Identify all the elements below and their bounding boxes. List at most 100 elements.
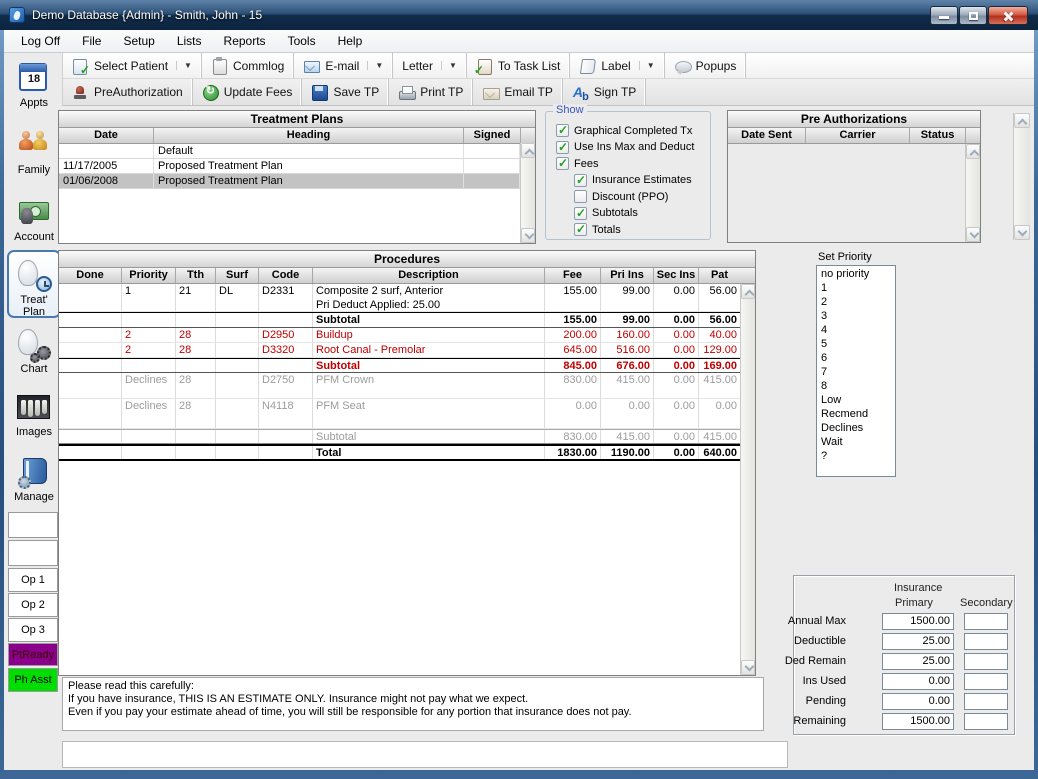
op-button-ph-asst[interactable]: Ph Asst <box>8 668 58 692</box>
procedure-row[interactable]: Subtotal155.0099.000.0056.00 <box>59 312 740 328</box>
checkbox-checked-icon[interactable] <box>574 174 587 187</box>
treatment-plans-scrollbar[interactable] <box>520 143 535 243</box>
toolbar-button-letter[interactable]: Letter▼ <box>393 53 467 78</box>
toolbar-button-popups[interactable]: Popups <box>665 53 747 78</box>
toolbar-button-email-tp[interactable]: Email TP <box>473 79 562 105</box>
toolbar-button-commlog[interactable]: Commlog <box>202 53 294 78</box>
insurance-primary-field[interactable]: 0.00 <box>882 693 954 710</box>
scroll-down-icon[interactable] <box>521 228 535 243</box>
bottom-note-field[interactable] <box>62 741 788 768</box>
insurance-primary-field[interactable]: 1500.00 <box>882 713 954 730</box>
priority-option-8[interactable]: 8 <box>817 379 895 393</box>
sidebar-module-treat-plan[interactable]: Treat' Plan <box>7 250 61 318</box>
scroll-down-icon[interactable] <box>966 227 980 242</box>
scroll-up-icon[interactable] <box>1014 113 1030 128</box>
dropdown-arrow-icon[interactable]: ▼ <box>441 61 457 70</box>
sidebar-module-manage[interactable]: Manage <box>7 452 61 516</box>
scroll-down-icon[interactable] <box>1014 225 1030 240</box>
show-option-graphical-completed-tx[interactable]: Graphical Completed Tx <box>556 124 692 137</box>
dropdown-arrow-icon[interactable]: ▼ <box>176 61 192 70</box>
menu-item-lists[interactable]: Lists <box>166 31 213 51</box>
priority-option-no-priority[interactable]: no priority <box>817 267 895 281</box>
minimize-button[interactable] <box>930 6 958 25</box>
menu-item-reports[interactable]: Reports <box>213 31 277 51</box>
insurance-primary-field[interactable]: 1500.00 <box>882 613 954 630</box>
checkbox-checked-icon[interactable] <box>556 141 569 154</box>
preauth-scrollbar[interactable] <box>965 144 980 242</box>
procedure-row[interactable]: 228D2950Buildup200.00160.000.0040.00 <box>59 328 740 343</box>
priority-option-5[interactable]: 5 <box>817 337 895 351</box>
op-button-blank[interactable] <box>8 512 58 538</box>
sidebar-module-images[interactable]: Images <box>7 387 61 451</box>
op-button-op-1[interactable]: Op 1 <box>8 568 58 592</box>
procedure-row[interactable]: Subtotal845.00676.000.00169.00 <box>59 358 740 373</box>
checkbox-checked-icon[interactable] <box>574 223 587 236</box>
procedure-row[interactable]: Declines28D2750PFM Crown830.00415.000.00… <box>59 373 740 399</box>
insurance-secondary-field[interactable] <box>964 633 1008 650</box>
op-button-op-2[interactable]: Op 2 <box>8 593 58 617</box>
priority-option-[interactable]: ? <box>817 449 895 463</box>
close-button[interactable] <box>988 6 1028 25</box>
priority-option-low[interactable]: Low <box>817 393 895 407</box>
priority-option-recmend[interactable]: Recmend <box>817 407 895 421</box>
checkbox-checked-icon[interactable] <box>556 157 569 170</box>
toolbar-button-label[interactable]: Label▼ <box>570 53 664 78</box>
scroll-up-icon[interactable] <box>966 144 980 159</box>
insurance-secondary-field[interactable] <box>964 653 1008 670</box>
dropdown-arrow-icon[interactable]: ▼ <box>367 61 383 70</box>
insurance-secondary-field[interactable] <box>964 613 1008 630</box>
toolbar-button-select-patient[interactable]: Select Patient▼ <box>63 53 202 78</box>
procedure-row[interactable]: 228D3320Root Canal - Premolar645.00516.0… <box>59 343 740 358</box>
treatment-plan-row[interactable]: 11/17/2005Proposed Treatment Plan <box>59 159 520 174</box>
insurance-primary-field[interactable]: 25.00 <box>882 653 954 670</box>
toolbar-button-update-fees[interactable]: Update Fees <box>193 79 303 105</box>
scroll-up-icon[interactable] <box>741 284 755 299</box>
priority-option-6[interactable]: 6 <box>817 351 895 365</box>
estimate-note[interactable]: Please read this carefully:If you have i… <box>62 677 764 731</box>
priority-option-declines[interactable]: Declines <box>817 421 895 435</box>
op-button-op-3[interactable]: Op 3 <box>8 618 58 642</box>
toolbar-button-preauthorization[interactable]: PreAuthorization <box>63 79 193 105</box>
priority-option-wait[interactable]: Wait <box>817 435 895 449</box>
treatment-plan-row[interactable]: 01/06/2008Proposed Treatment Plan <box>59 174 520 189</box>
insurance-primary-field[interactable]: 0.00 <box>882 673 954 690</box>
insurance-secondary-field[interactable] <box>964 693 1008 710</box>
toolbar-button-print-tp[interactable]: Print TP <box>389 79 473 105</box>
insurance-primary-field[interactable]: 25.00 <box>882 633 954 650</box>
priority-option-3[interactable]: 3 <box>817 309 895 323</box>
procedures-scrollbar[interactable] <box>740 284 755 675</box>
sidebar-module-family[interactable]: Family <box>7 125 61 189</box>
sidebar-module-account[interactable]: Account <box>7 192 61 256</box>
show-option-insurance-estimates[interactable]: Insurance Estimates <box>574 174 692 187</box>
menu-item-log-off[interactable]: Log Off <box>10 31 71 51</box>
procedure-row[interactable]: 121DLD2331Composite 2 surf, AnteriorPri … <box>59 284 740 312</box>
toolbar-button-to-task-list[interactable]: To Task List <box>467 53 570 78</box>
priority-option-1[interactable]: 1 <box>817 281 895 295</box>
checkbox-checked-icon[interactable] <box>574 207 587 220</box>
procedure-row[interactable]: Declines28N4118PFM Seat0.000.000.000.00 <box>59 399 740 429</box>
priority-option-2[interactable]: 2 <box>817 295 895 309</box>
scroll-down-icon[interactable] <box>741 660 755 675</box>
insurance-secondary-field[interactable] <box>964 673 1008 690</box>
right-scrollbar[interactable] <box>1013 113 1030 240</box>
procedure-row[interactable]: Total1830.001190.000.00640.00 <box>59 444 740 461</box>
toolbar-button-e-mail[interactable]: E-mail▼ <box>294 53 393 78</box>
show-option-fees[interactable]: Fees <box>556 157 598 170</box>
procedure-row[interactable]: Subtotal830.00415.000.00415.00 <box>59 429 740 444</box>
op-button-ptready[interactable]: PtReady <box>8 643 58 666</box>
set-priority-list[interactable]: no priority12345678LowRecmendDeclinesWai… <box>816 265 896 477</box>
menu-item-tools[interactable]: Tools <box>277 31 327 51</box>
toolbar-button-save-tp[interactable]: Save TP <box>302 79 389 105</box>
sidebar-module-appts[interactable]: 18Appts <box>7 58 61 122</box>
treatment-plan-row[interactable]: Default <box>59 144 520 159</box>
dropdown-arrow-icon[interactable]: ▼ <box>639 61 655 70</box>
show-option-discount-ppo[interactable]: Discount (PPO) <box>574 190 668 203</box>
menu-item-help[interactable]: Help <box>327 31 374 51</box>
sidebar-module-chart[interactable]: Chart <box>7 324 61 388</box>
toolbar-button-sign-tp[interactable]: Sign TP <box>563 79 646 105</box>
checkbox-unchecked-icon[interactable] <box>574 190 587 203</box>
priority-option-4[interactable]: 4 <box>817 323 895 337</box>
show-option-subtotals[interactable]: Subtotals <box>574 207 638 220</box>
restore-button[interactable] <box>959 6 987 25</box>
priority-option-7[interactable]: 7 <box>817 365 895 379</box>
